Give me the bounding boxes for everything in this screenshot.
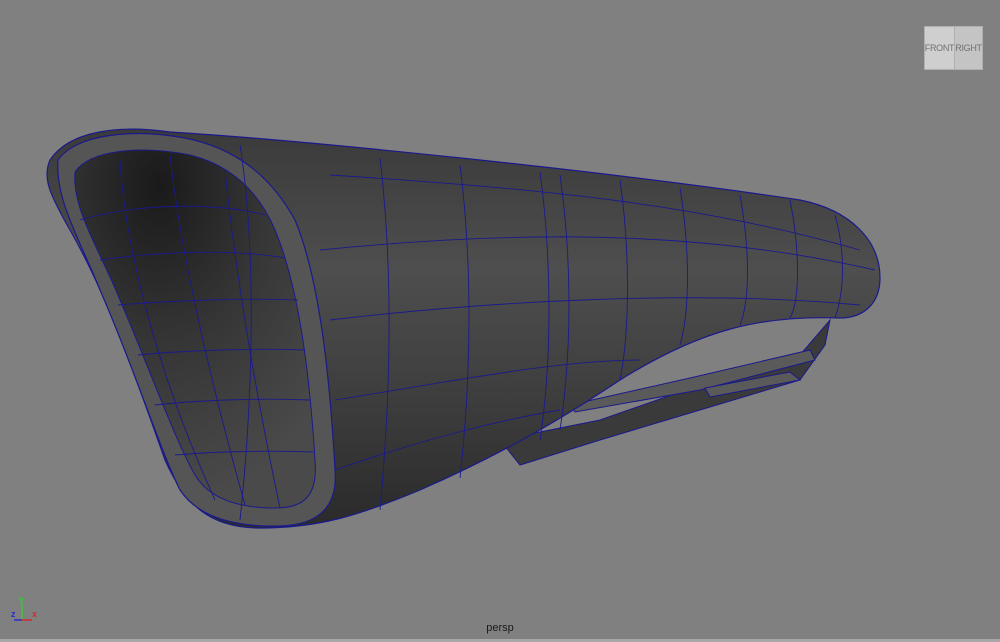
axis-x-label: x bbox=[32, 609, 38, 619]
right-label: RIGHT bbox=[955, 43, 982, 53]
camera-name-label: persp bbox=[486, 622, 514, 634]
camera-name-container: persp bbox=[0, 622, 1000, 634]
perspective-viewport[interactable]: FRONT RIGHT y z x persp bbox=[0, 0, 1000, 640]
axis-z-label: z bbox=[11, 609, 16, 619]
view-cube-right-face[interactable]: RIGHT bbox=[954, 26, 983, 70]
view-cube-front-face[interactable]: FRONT bbox=[924, 26, 955, 70]
front-label: FRONT bbox=[924, 43, 955, 53]
horn-mesh-model[interactable] bbox=[0, 0, 1000, 640]
axis-y-label: y bbox=[19, 594, 25, 604]
view-cube[interactable]: FRONT RIGHT bbox=[924, 26, 983, 70]
